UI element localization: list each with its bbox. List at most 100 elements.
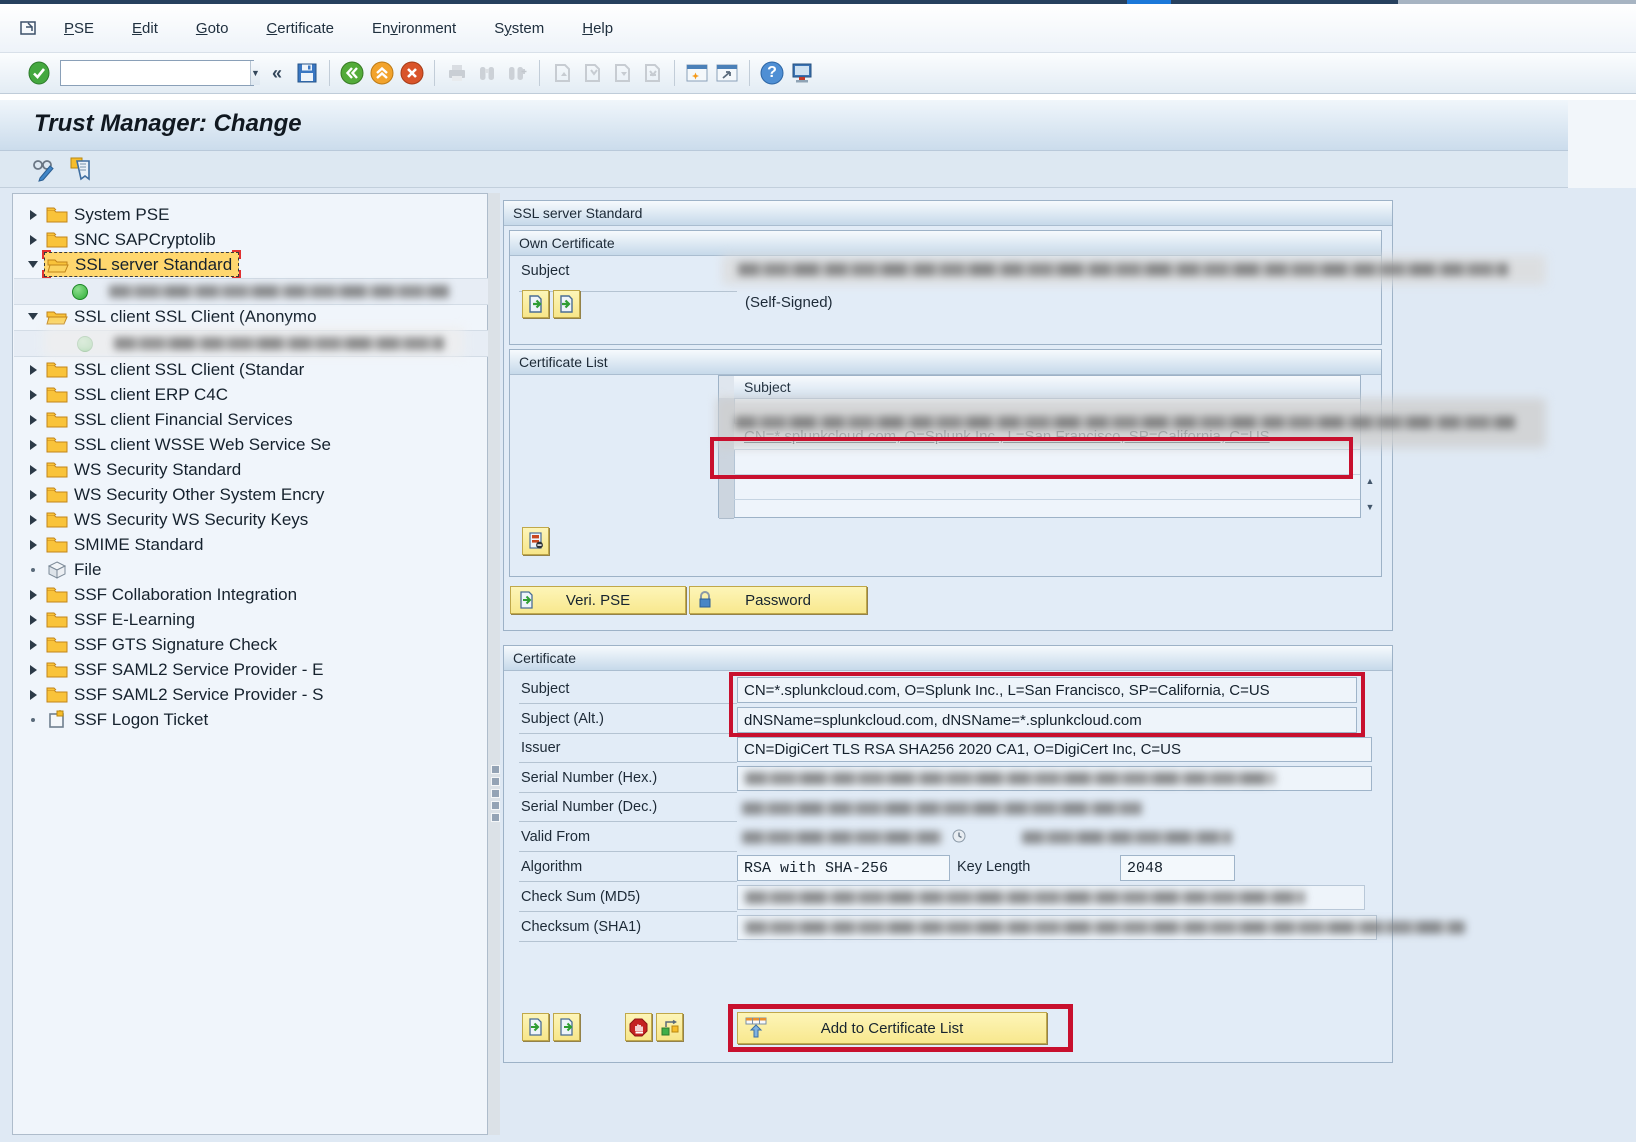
chevron-right-icon[interactable] bbox=[30, 690, 37, 700]
row-selector[interactable] bbox=[719, 474, 734, 500]
command-input[interactable] bbox=[61, 61, 250, 85]
system-menu-icon[interactable] bbox=[14, 13, 44, 43]
chevron-right-icon[interactable] bbox=[30, 415, 37, 425]
serial-hex-label: Serial Number (Hex.) bbox=[521, 770, 657, 786]
folder-icon bbox=[44, 611, 70, 628]
scroll-up-icon[interactable]: ▲ bbox=[1363, 474, 1377, 488]
tree-item-ssf-saml2-s[interactable]: SSF SAML2 Service Provider - S bbox=[14, 682, 323, 707]
chevron-right-icon[interactable] bbox=[30, 235, 37, 245]
leaf-bullet-icon bbox=[31, 718, 35, 722]
subject-column-header[interactable]: Subject bbox=[734, 376, 1360, 399]
password-button[interactable]: Password bbox=[689, 586, 867, 614]
row-selector[interactable] bbox=[719, 499, 734, 519]
tree-item-redacted-child[interactable] bbox=[14, 330, 488, 357]
tree-item-file[interactable]: File bbox=[14, 557, 101, 582]
tree-item-ssl-server-standard[interactable]: SSL server Standard bbox=[14, 252, 239, 277]
algorithm-label: Algorithm bbox=[521, 859, 582, 875]
new-session-icon[interactable] bbox=[682, 58, 712, 88]
chevron-right-icon[interactable] bbox=[30, 390, 37, 400]
export-certificate-button[interactable] bbox=[553, 1013, 580, 1041]
exit-up-icon[interactable] bbox=[367, 58, 397, 88]
relationship-button[interactable] bbox=[656, 1013, 683, 1041]
delete-certificate-button[interactable] bbox=[522, 527, 549, 555]
next-page-icon bbox=[607, 58, 637, 88]
menu-environment[interactable]: Environment bbox=[370, 16, 458, 41]
key-length-value: 2048 bbox=[1120, 855, 1235, 881]
tree-item-ssf-gts[interactable]: SSF GTS Signature Check bbox=[14, 632, 277, 657]
clock-icon bbox=[952, 829, 966, 843]
tree-item-ssl-client-anonymous[interactable]: SSL client SSL Client (Anonymo bbox=[14, 304, 317, 329]
chevron-right-icon[interactable] bbox=[30, 490, 37, 500]
chevron-down-icon[interactable] bbox=[28, 261, 38, 268]
menu-pse[interactable]: PSE bbox=[62, 16, 96, 41]
serial-dec-label: Serial Number (Dec.) bbox=[521, 799, 657, 815]
collapse-toolbar-icon[interactable]: « bbox=[262, 58, 292, 88]
folder-icon bbox=[44, 536, 70, 553]
tree-item-ws-security-keys[interactable]: WS Security WS Security Keys bbox=[14, 507, 308, 532]
chevron-right-icon[interactable] bbox=[30, 665, 37, 675]
tree-item-smime-standard[interactable]: SMIME Standard bbox=[14, 532, 203, 557]
cancel-icon[interactable] bbox=[397, 58, 427, 88]
veri-pse-button[interactable]: Veri. PSE bbox=[510, 586, 686, 614]
tree-item-ssl-client-erp-c4c[interactable]: SSL client ERP C4C bbox=[14, 382, 228, 407]
back-icon[interactable] bbox=[337, 58, 367, 88]
menu-system[interactable]: System bbox=[492, 16, 546, 41]
tree-item-ssl-client-standard[interactable]: SSL client SSL Client (Standar bbox=[14, 357, 304, 382]
chevron-right-icon[interactable] bbox=[30, 440, 37, 450]
tree-item-ws-security-other[interactable]: WS Security Other System Encry bbox=[14, 482, 324, 507]
tree-item-ssf-elearning[interactable]: SSF E-Learning bbox=[14, 607, 195, 632]
chevron-right-icon[interactable] bbox=[30, 615, 37, 625]
tree-item-ssf-saml2-e[interactable]: SSF SAML2 Service Provider - E bbox=[14, 657, 323, 682]
shortcut-icon[interactable] bbox=[712, 58, 742, 88]
reorganize-icon[interactable] bbox=[68, 155, 94, 183]
chevron-down-icon[interactable] bbox=[28, 313, 38, 320]
help-icon[interactable]: ? bbox=[757, 58, 787, 88]
pse-tree-panel: System PSE SNC SAPCryptolib SSL server S… bbox=[12, 193, 488, 1135]
panel-splitter[interactable] bbox=[488, 193, 500, 1135]
folder-icon bbox=[44, 461, 70, 478]
own-certificate-group: Own Certificate bbox=[509, 230, 1382, 345]
menu-edit[interactable]: Edit bbox=[130, 16, 160, 41]
subject-value: CN=*.splunkcloud.com, O=Splunk Inc., L=S… bbox=[737, 677, 1357, 703]
tree-item-ssf-logon-ticket[interactable]: SSF Logon Ticket bbox=[14, 707, 208, 732]
label-separator bbox=[519, 291, 737, 292]
selected-tree-item[interactable]: SSL server Standard bbox=[44, 252, 239, 277]
gui-settings-monitor-icon[interactable] bbox=[787, 58, 817, 88]
own-certificate-title: Own Certificate bbox=[510, 231, 1381, 256]
tree-item-redacted-child[interactable] bbox=[14, 278, 488, 305]
export-own-certificate-button[interactable] bbox=[522, 290, 549, 318]
row-selector[interactable] bbox=[719, 449, 734, 475]
chevron-right-icon[interactable] bbox=[30, 465, 37, 475]
command-dropdown-icon[interactable]: ▼ bbox=[250, 61, 260, 85]
display-change-icon[interactable] bbox=[30, 156, 58, 182]
tree-item-system-pse[interactable]: System PSE bbox=[14, 202, 169, 227]
redacted-text bbox=[114, 337, 444, 350]
ticket-icon bbox=[44, 710, 70, 729]
import-certificate-button[interactable] bbox=[522, 1013, 549, 1041]
save-icon[interactable] bbox=[292, 58, 322, 88]
tree-item-snc-sapcryptolib[interactable]: SNC SAPCryptolib bbox=[14, 227, 216, 252]
chevron-right-icon[interactable] bbox=[30, 515, 37, 525]
chevron-right-icon[interactable] bbox=[30, 365, 37, 375]
chevron-right-icon[interactable] bbox=[30, 540, 37, 550]
menu-certificate[interactable]: Certificate bbox=[264, 16, 336, 41]
tree-item-ws-security-standard[interactable]: WS Security Standard bbox=[14, 457, 241, 482]
menu-help[interactable]: Help bbox=[580, 16, 615, 41]
tree-item-ssl-client-wsse[interactable]: SSL client WSSE Web Service Se bbox=[14, 432, 331, 457]
menu-goto[interactable]: Goto bbox=[194, 16, 231, 41]
scroll-down-icon[interactable]: ▼ bbox=[1363, 500, 1377, 514]
chevron-right-icon[interactable] bbox=[30, 210, 37, 220]
enter-check-icon[interactable] bbox=[24, 58, 54, 88]
tree-item-ssl-client-financial-services[interactable]: SSL client Financial Services bbox=[14, 407, 293, 432]
chevron-right-icon[interactable] bbox=[30, 640, 37, 650]
label-separator bbox=[519, 792, 737, 793]
chevron-right-icon[interactable] bbox=[30, 590, 37, 600]
revoke-stop-button[interactable] bbox=[625, 1013, 652, 1041]
certificate-group-title: Certificate bbox=[504, 646, 1392, 671]
issuer-label: Issuer bbox=[521, 740, 561, 756]
command-field[interactable]: ▼ bbox=[60, 60, 254, 86]
add-to-certificate-list-button[interactable]: Add to Certificate List bbox=[737, 1012, 1047, 1044]
tree-item-ssf-collaboration[interactable]: SSF Collaboration Integration bbox=[14, 582, 297, 607]
redacted-serial-hex bbox=[745, 772, 1275, 785]
import-own-certificate-button[interactable] bbox=[553, 290, 580, 318]
